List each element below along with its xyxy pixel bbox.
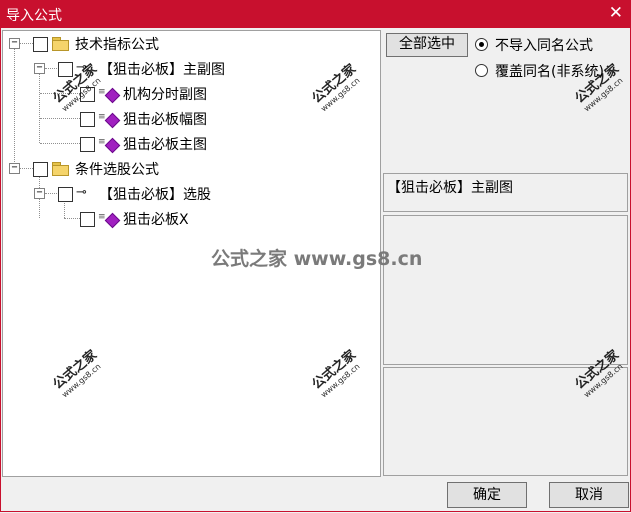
tree-node-label: 技术指标公式	[75, 37, 159, 53]
gem-icon	[104, 137, 121, 154]
tree-node-selection-formula[interactable]: − ⊸ 【狙击必板】选股	[3, 184, 243, 204]
collapse-icon[interactable]: −	[9, 38, 20, 49]
window-title: 导入公式	[6, 8, 62, 24]
center-watermark: 公式之家 www.gs8.cn	[211, 248, 423, 270]
tree-node-label: 条件选股公式	[75, 162, 159, 178]
radio-button[interactable]	[475, 38, 488, 51]
selected-formula-panel: 【狙击必板】主副图	[383, 173, 628, 212]
checkbox[interactable]	[80, 112, 95, 127]
cancel-button[interactable]: 取消	[549, 482, 629, 508]
tree-node-stock-selection[interactable]: − 条件选股公式	[3, 159, 203, 179]
tree-node-label: 机构分时副图	[123, 87, 207, 103]
radio-label: 不导入同名公式	[495, 38, 593, 54]
gem-icon	[104, 87, 121, 104]
radio-button[interactable]	[475, 64, 488, 77]
gem-icon	[104, 112, 121, 129]
selected-formula-name: 【狙击必板】主副图	[387, 180, 513, 196]
select-all-button[interactable]: 全部选中	[386, 33, 468, 57]
checkbox[interactable]	[58, 187, 73, 202]
checkbox[interactable]	[80, 212, 95, 227]
tree-node-formula[interactable]: ≡ 狙击必板X	[3, 209, 243, 229]
gem-icon	[104, 212, 121, 229]
tree-node-label: 【狙击必板】选股	[99, 187, 211, 203]
folder-icon	[52, 162, 69, 176]
close-icon[interactable]: ✕	[609, 3, 623, 23]
tree-node-label: 狙击必板幅图	[123, 112, 207, 128]
tree-node-label: 狙击必板主图	[123, 137, 207, 153]
tree-node-formula[interactable]: ≡ 狙击必板主图	[3, 134, 243, 154]
tree-node-technical-indicators[interactable]: − 技术指标公式	[3, 34, 203, 54]
checkbox[interactable]	[33, 37, 48, 52]
key-icon: ⊸	[76, 185, 87, 200]
collapse-icon[interactable]: −	[9, 163, 20, 174]
tree-node-formula[interactable]: ≡ 狙击必板幅图	[3, 109, 243, 129]
ok-button[interactable]: 确定	[447, 482, 527, 508]
tree-node-label: 【狙击必板】主副图	[99, 59, 225, 79]
collapse-icon[interactable]: −	[34, 188, 45, 199]
checkbox[interactable]	[33, 162, 48, 177]
checkbox[interactable]	[80, 137, 95, 152]
tree-node-formula[interactable]: ≡ 机构分时副图	[3, 84, 243, 104]
tree-node-label: 狙击必板X	[123, 212, 189, 228]
title-bar: 导入公式 ✕	[0, 0, 631, 28]
radio-skip-duplicates[interactable]: 不导入同名公式	[475, 35, 625, 55]
formula-info-panel	[383, 215, 628, 365]
collapse-icon[interactable]: −	[34, 63, 45, 74]
tree-node-main-sub-chart[interactable]: − ⊸ 【狙击必板】主副图	[3, 59, 263, 79]
folder-icon	[52, 37, 69, 51]
